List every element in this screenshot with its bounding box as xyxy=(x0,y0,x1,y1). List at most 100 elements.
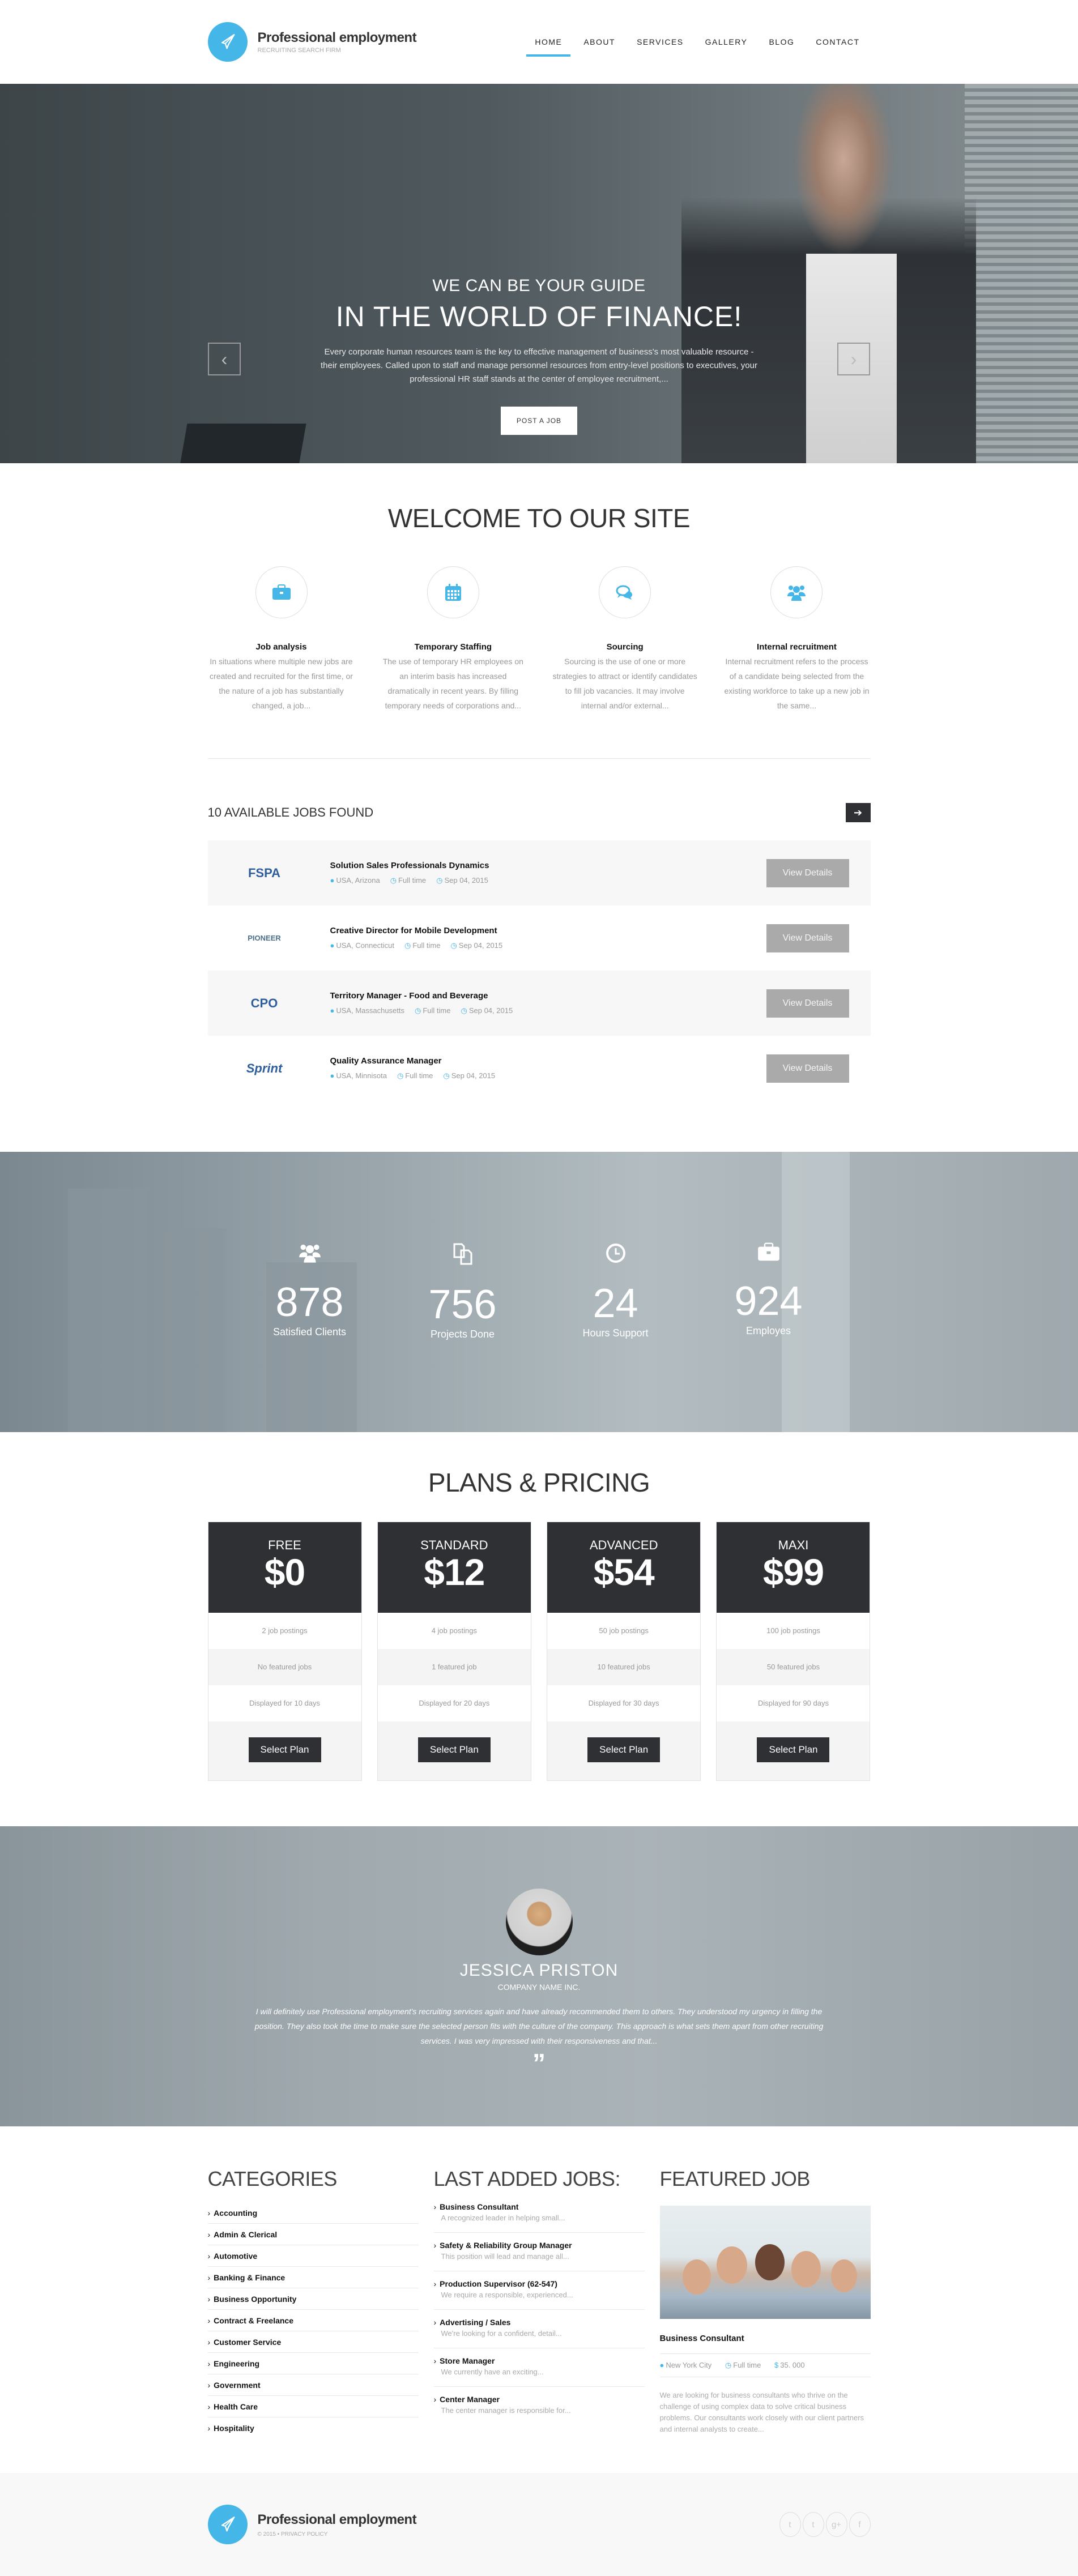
featured-job-image[interactable] xyxy=(659,2206,871,2319)
plan-card-free: FREE $0 2 job postings No featured jobs D… xyxy=(207,1522,362,1781)
category-item[interactable]: › Accounting xyxy=(207,2202,419,2224)
plan-feature: Displayed for 20 days xyxy=(419,1699,490,1707)
category-label: Business Opportunity xyxy=(214,2295,297,2304)
plan-price: $54 xyxy=(593,1551,655,1593)
category-label: Government xyxy=(214,2381,261,2390)
last-job-item[interactable]: › Business Consultant A recognized leader … xyxy=(433,2194,645,2233)
last-job-item[interactable]: › Safety & Reliability Group Manager This … xyxy=(433,2233,645,2271)
google-plus-icon[interactable]: g+ xyxy=(825,2512,847,2537)
category-label: Customer Service xyxy=(214,2338,282,2347)
view-details-button[interactable]: View Details xyxy=(766,1054,849,1083)
category-label: Banking & Finance xyxy=(214,2273,286,2282)
users-icon xyxy=(770,566,823,618)
feature-title: Temporary Staffing xyxy=(414,642,492,652)
plan-feature: 1 featured job xyxy=(377,1649,531,1685)
last-job-title[interactable]: Center Manager xyxy=(440,2395,500,2404)
welcome-title: WELCOME TO OUR SITE xyxy=(387,503,691,533)
clock-icon: ◷ xyxy=(443,1071,450,1080)
twitter-icon[interactable]: t xyxy=(779,2512,801,2537)
last-job-item[interactable]: › Advertising / Sales We're looking for a … xyxy=(433,2310,645,2348)
job-date: Sep 04, 2015 xyxy=(468,1006,513,1015)
nav-home[interactable]: HOME xyxy=(524,31,573,57)
post-job-button[interactable]: POST A JOB xyxy=(500,407,578,435)
pricing-section: PLANS & PRICING FREE $0 2 job postings No… xyxy=(0,1432,1078,1826)
view-details-button[interactable]: View Details xyxy=(766,989,849,1018)
jobs-next-button[interactable]: ➔ xyxy=(845,803,871,822)
plan-price: $12 xyxy=(424,1551,485,1593)
category-item[interactable]: › Business Opportunity xyxy=(207,2288,419,2310)
stats-section: 878 Satisfied Clients 756 Projects Done … xyxy=(0,1152,1078,1432)
plan-feature: Displayed for 10 days xyxy=(249,1699,320,1707)
last-job-item[interactable]: › Production Supervisor (62-547) We requir… xyxy=(433,2271,645,2310)
job-date: Sep 04, 2015 xyxy=(444,876,488,885)
plan-feature: 2 job postings xyxy=(262,1626,308,1635)
featured-job-name[interactable]: Business Consultant xyxy=(659,2334,871,2354)
feature-item: Job analysis In situations where multipl… xyxy=(208,566,355,713)
nav-blog[interactable]: BLOG xyxy=(758,31,805,53)
last-job-description: We currently have an exciting... xyxy=(441,2368,544,2376)
brand-tagline: RECRUITING SEARCH FIRM xyxy=(257,47,341,54)
footer-logo[interactable]: Professional employment © 2015 • PRIVACY… xyxy=(207,2505,417,2544)
nav-gallery[interactable]: GALLERY xyxy=(694,31,759,53)
footer-copyright[interactable]: © 2015 • PRIVACY POLICY xyxy=(258,2531,417,2537)
category-item[interactable]: › Banking & Finance xyxy=(207,2267,419,2288)
job-title[interactable]: Solution Sales Professionals Dynamics xyxy=(330,861,766,870)
calendar-icon xyxy=(427,566,479,618)
category-item[interactable]: › Admin & Clerical xyxy=(207,2224,419,2245)
clock-icon: ◷ xyxy=(725,2361,732,2369)
category-item[interactable]: › Customer Service xyxy=(207,2331,419,2353)
category-item[interactable]: › Government xyxy=(207,2374,419,2396)
job-row[interactable]: CPO Territory Manager - Food and Beverag… xyxy=(207,971,871,1036)
logo[interactable]: Professional employment RECRUITING SEARC… xyxy=(207,22,417,62)
last-job-title[interactable]: Store Manager xyxy=(440,2356,495,2365)
last-job-item[interactable]: › Center Manager The center manager is res… xyxy=(434,2387,645,2425)
feature-item: Internal recruitment Internal recruitmen… xyxy=(723,566,870,713)
view-details-button[interactable]: View Details xyxy=(766,858,849,887)
testimonial-company: COMPANY NAME INC. xyxy=(497,1983,581,1992)
clock-icon: ◷ xyxy=(390,876,397,885)
facebook-icon[interactable]: f xyxy=(849,2512,871,2537)
job-location: USA, Connecticut xyxy=(336,941,394,950)
last-job-description: A recognized leader in helping small... xyxy=(441,2214,565,2222)
last-job-title[interactable]: Production Supervisor (62-547) xyxy=(440,2279,557,2288)
job-title[interactable]: Territory Manager - Food and Beverage xyxy=(330,991,766,1001)
chevron-right-icon: › xyxy=(433,2241,437,2250)
briefcase-icon xyxy=(712,1242,825,1267)
nav-contact[interactable]: CONTACT xyxy=(805,31,870,53)
briefcase-icon xyxy=(255,566,308,618)
nav-services[interactable]: SERVICES xyxy=(626,31,694,53)
last-job-description: This position will lead and manage all..… xyxy=(441,2252,569,2261)
stat-label: Employes xyxy=(745,1325,791,1336)
feature-text: Sourcing is the use of one or more strat… xyxy=(552,657,697,710)
category-item[interactable]: › Hospitality xyxy=(208,2417,419,2439)
category-item[interactable]: › Contract & Freelance xyxy=(207,2310,419,2331)
last-job-title[interactable]: Safety & Reliability Group Manager xyxy=(440,2241,572,2250)
image-person xyxy=(791,2251,821,2287)
featured-salary: 35. 000 xyxy=(780,2361,805,2369)
last-job-item[interactable]: › Store Manager We currently have an excit… xyxy=(433,2348,645,2387)
job-title[interactable]: Creative Director for Mobile Development xyxy=(330,926,766,935)
job-row[interactable]: PIONEER Creative Director for Mobile Dev… xyxy=(208,905,871,971)
clock-icon: ◷ xyxy=(461,1006,467,1015)
job-title[interactable]: Quality Assurance Manager xyxy=(330,1056,766,1066)
clock-icon: ◷ xyxy=(450,941,457,950)
last-job-title[interactable]: Advertising / Sales xyxy=(440,2318,510,2327)
tumblr-icon[interactable]: t xyxy=(802,2512,824,2537)
category-item[interactable]: › Automotive xyxy=(207,2245,419,2267)
view-details-button[interactable]: View Details xyxy=(766,924,849,952)
clock-icon xyxy=(559,1242,672,1270)
map-marker-icon: ● xyxy=(330,876,335,885)
job-row[interactable]: Sprint Quality Assurance Manager ● USA, M… xyxy=(208,1036,871,1101)
select-plan-button[interactable]: Select Plan xyxy=(757,1737,830,1762)
chevron-right-icon: › xyxy=(207,2208,211,2218)
nav-about[interactable]: ABOUT xyxy=(573,31,626,53)
select-plan-button[interactable]: Select Plan xyxy=(587,1737,661,1762)
last-job-title[interactable]: Business Consultant xyxy=(440,2202,518,2211)
plan-price: $99 xyxy=(762,1551,824,1593)
category-item[interactable]: › Engineering xyxy=(207,2353,419,2374)
job-row[interactable]: FSPA Solution Sales Professionals Dynami… xyxy=(207,840,871,905)
plan-feature: 4 job postings xyxy=(431,1626,477,1635)
category-item[interactable]: › Health Care xyxy=(207,2396,419,2417)
select-plan-button[interactable]: Select Plan xyxy=(248,1737,321,1762)
select-plan-button[interactable]: Select Plan xyxy=(417,1737,491,1762)
